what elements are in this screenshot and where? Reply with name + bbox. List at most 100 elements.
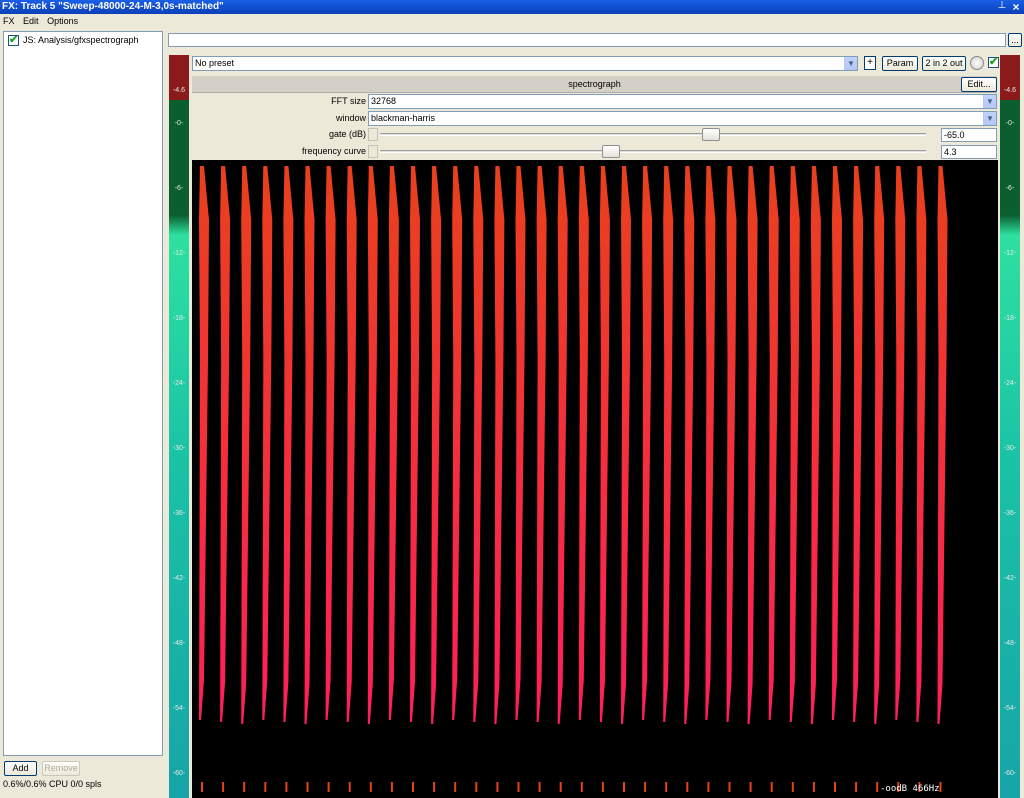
close-icon[interactable]: × bbox=[1010, 1, 1022, 13]
sweep-tick bbox=[855, 782, 858, 792]
fft-size-value: 32768 bbox=[371, 96, 397, 106]
sweep-tick bbox=[390, 782, 393, 792]
sweep-trace bbox=[241, 166, 252, 724]
gate-slider[interactable] bbox=[368, 127, 938, 142]
sweep-tick bbox=[770, 782, 773, 792]
meter-label: -0- bbox=[1005, 120, 1015, 127]
add-button[interactable]: Add bbox=[4, 761, 37, 776]
frequency-curve-value[interactable]: 4.3 bbox=[941, 145, 997, 159]
sweep-trace bbox=[199, 166, 209, 720]
sweep-tick bbox=[327, 782, 330, 792]
edit-button[interactable]: Edit... bbox=[961, 77, 997, 92]
checkmark-icon: ✔ bbox=[9, 33, 19, 46]
sweep-trace bbox=[832, 166, 842, 720]
frequency-curve-slider-thumb[interactable] bbox=[601, 145, 620, 158]
sweep-trace bbox=[937, 166, 948, 724]
meter-label: -54- bbox=[1003, 705, 1017, 712]
fx-item[interactable]: ✔ JS: Analysis/gfxspectrograph bbox=[4, 32, 162, 48]
chevron-down-icon[interactable]: ▼ bbox=[983, 112, 996, 125]
sweep-trace bbox=[494, 166, 505, 724]
sweep-tick bbox=[580, 782, 583, 792]
gate-slider-thumb[interactable] bbox=[702, 128, 721, 141]
sweep-tick bbox=[749, 782, 752, 792]
sweep-tick bbox=[644, 782, 647, 792]
remove-button[interactable]: Remove bbox=[42, 761, 80, 776]
sweep-trace bbox=[810, 166, 821, 724]
sweep-trace bbox=[768, 166, 779, 720]
output-meter: -4.6 -0- -6- -12- -18- -24- -30- -36- -42- -48- -5… bbox=[1000, 55, 1020, 798]
io-button[interactable]: 2 in 2 out bbox=[922, 56, 966, 71]
meter-label: -36- bbox=[1003, 510, 1017, 517]
chevron-down-icon[interactable]: ▼ bbox=[983, 95, 996, 108]
sweep-trace bbox=[557, 166, 568, 724]
sweep-trace bbox=[536, 166, 547, 722]
fft-size-combo[interactable]: 32768 ▼ bbox=[368, 94, 997, 109]
window-title-text: FX: Track 5 "Sweep-48000-24-M-3,0s-match… bbox=[2, 1, 224, 12]
meter-label: -54- bbox=[172, 705, 186, 712]
meter-label: -18- bbox=[1003, 315, 1017, 322]
sweep-trace bbox=[663, 166, 674, 722]
sweep-tick bbox=[517, 782, 520, 792]
fx-name-field[interactable] bbox=[168, 33, 1006, 47]
sweep-trace bbox=[747, 166, 758, 724]
slider-track bbox=[380, 133, 926, 136]
menu-fx[interactable]: FX bbox=[0, 14, 18, 28]
sweep-tick bbox=[791, 782, 794, 792]
meter-label: -42- bbox=[172, 575, 186, 582]
frequency-curve-slider[interactable] bbox=[368, 144, 938, 159]
gate-value[interactable]: -65.0 bbox=[941, 128, 997, 142]
sweep-tick bbox=[201, 782, 203, 792]
window-value: blackman-harris bbox=[371, 113, 436, 123]
sweep-tick bbox=[665, 782, 668, 792]
fx-item-label: JS: Analysis/gfxspectrograph bbox=[23, 35, 139, 45]
sweep-tick bbox=[222, 782, 225, 792]
sweep-tick bbox=[369, 782, 372, 792]
sweep-trace bbox=[684, 166, 695, 724]
frequency-readout: -oodB 466Hz bbox=[880, 784, 940, 794]
sweep-tick bbox=[601, 782, 604, 792]
meter-label: -4.6 bbox=[1003, 87, 1017, 94]
meter-label: -24- bbox=[1003, 380, 1017, 387]
sweep-trace bbox=[621, 166, 631, 724]
param-button[interactable]: Param bbox=[882, 56, 918, 71]
sweep-tick bbox=[728, 782, 731, 792]
spectrogram-display[interactable] bbox=[192, 160, 998, 798]
meter-label: -24- bbox=[172, 380, 186, 387]
browse-button[interactable]: ... bbox=[1008, 33, 1022, 47]
sweep-tick bbox=[475, 782, 478, 792]
sweep-tick bbox=[707, 782, 710, 792]
sweep-tick bbox=[812, 782, 815, 792]
chevron-down-icon[interactable]: ▼ bbox=[844, 57, 857, 70]
meter-label: -42- bbox=[1003, 575, 1017, 582]
sweep-tick bbox=[876, 782, 879, 792]
sweep-trace bbox=[853, 166, 864, 722]
meter-label: -12- bbox=[1003, 250, 1017, 257]
bypass-checkbox[interactable]: ✔ bbox=[988, 56, 999, 68]
sweep-tick bbox=[243, 782, 246, 792]
meter-label: -18- bbox=[172, 315, 186, 322]
sweep-trace bbox=[599, 166, 610, 722]
sweep-tick bbox=[264, 782, 267, 792]
input-meter: -4.6 -0- -6- -12- -18- -24- -30- -36- -42- -48- -5… bbox=[169, 55, 189, 798]
meter-label: -48- bbox=[172, 640, 186, 647]
meter-label: -30- bbox=[172, 445, 186, 452]
wet-knob-icon[interactable] bbox=[970, 56, 984, 70]
pin-icon[interactable]: ⊥ bbox=[996, 0, 1008, 14]
preset-plus-button[interactable]: + bbox=[864, 56, 876, 70]
preset-combo[interactable]: No preset ▼ bbox=[192, 56, 858, 71]
sweep-trace bbox=[473, 166, 484, 722]
meter-label: -4.6 bbox=[172, 87, 186, 94]
menu-options[interactable]: Options bbox=[44, 14, 81, 28]
plugin-name: spectrograph bbox=[568, 79, 621, 89]
sweep-trace bbox=[262, 166, 273, 720]
sweep-trace bbox=[283, 166, 294, 722]
sweep-trace bbox=[346, 166, 357, 722]
fx-enable-checkbox[interactable]: ✔ bbox=[8, 33, 19, 46]
sweep-tick bbox=[306, 782, 309, 792]
slider-start bbox=[368, 128, 378, 141]
meter-label: -30- bbox=[1003, 445, 1017, 452]
meter-label: -0- bbox=[174, 120, 184, 127]
window-combo[interactable]: blackman-harris ▼ bbox=[368, 111, 997, 126]
sweep-trace bbox=[410, 166, 420, 722]
menu-edit[interactable]: Edit bbox=[20, 14, 42, 28]
